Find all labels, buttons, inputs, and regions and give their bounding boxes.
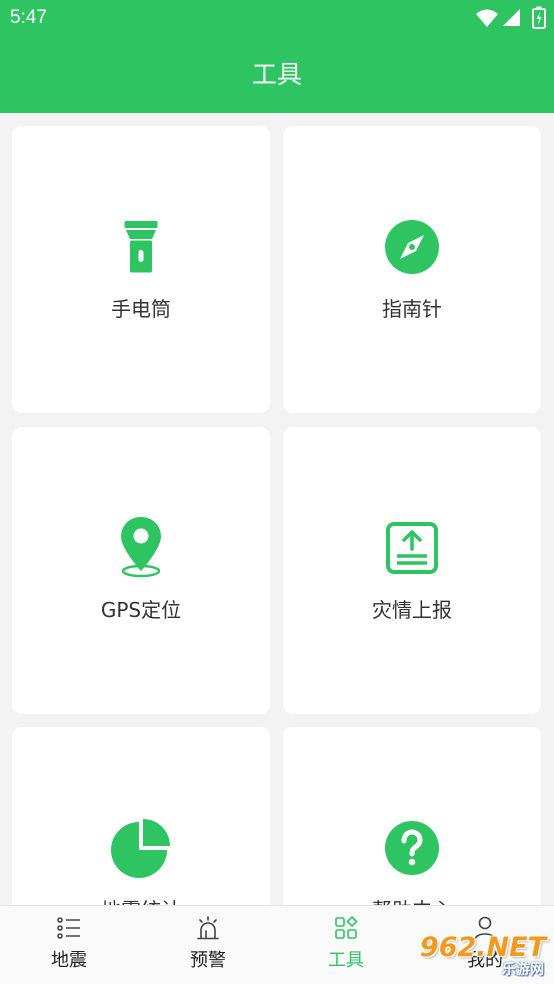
compass-icon — [385, 220, 439, 274]
grid-icon — [335, 915, 358, 939]
tool-card-report[interactable]: 灾情上报 — [283, 427, 541, 714]
tool-label: 手电筒 — [111, 297, 171, 321]
flashlight-icon — [124, 221, 158, 273]
nav-item-warning[interactable]: 预警 — [139, 906, 277, 984]
watermark-logo: 962.NET 乐游网 — [416, 934, 550, 981]
nav-item-tools[interactable]: 工具 — [277, 906, 415, 984]
watermark-text: 962.NET — [419, 932, 546, 963]
status-bar: 5:47 — [0, 0, 554, 37]
page-title: 工具 — [251, 60, 302, 89]
tool-card-statistics[interactable]: 地震统计 — [12, 727, 270, 905]
tool-label: GPS定位 — [100, 598, 182, 622]
list-icon — [57, 917, 80, 939]
nav-label: 地震 — [51, 950, 87, 971]
tool-label: 地震统计 — [12, 897, 270, 905]
tool-card-help[interactable]: 帮助中心 — [283, 727, 541, 905]
nav-item-earthquake[interactable]: 地震 — [0, 906, 138, 984]
pie-chart-icon — [111, 819, 170, 878]
tool-card-gps[interactable]: GPS定位 — [12, 427, 270, 714]
watermark-subtext: 乐游网 — [502, 962, 544, 978]
help-icon — [385, 821, 439, 875]
app-header: 工具 — [0, 37, 554, 113]
report-upload-icon — [386, 522, 438, 574]
battery-icon — [532, 6, 546, 29]
nav-label: 工具 — [328, 950, 364, 971]
location-pin-icon — [121, 517, 161, 578]
status-time: 5:47 — [10, 7, 47, 28]
signal-icon — [503, 9, 520, 26]
wifi-icon — [476, 9, 498, 27]
nav-label: 预警 — [190, 950, 226, 971]
alarm-icon — [197, 916, 219, 940]
tool-card-compass[interactable]: 指南针 — [283, 126, 541, 413]
tool-label: 灾情上报 — [372, 598, 452, 622]
tool-label: 帮助中心 — [283, 897, 541, 905]
tool-card-flashlight[interactable]: 手电筒 — [12, 126, 270, 413]
tool-label: 指南针 — [382, 297, 442, 321]
